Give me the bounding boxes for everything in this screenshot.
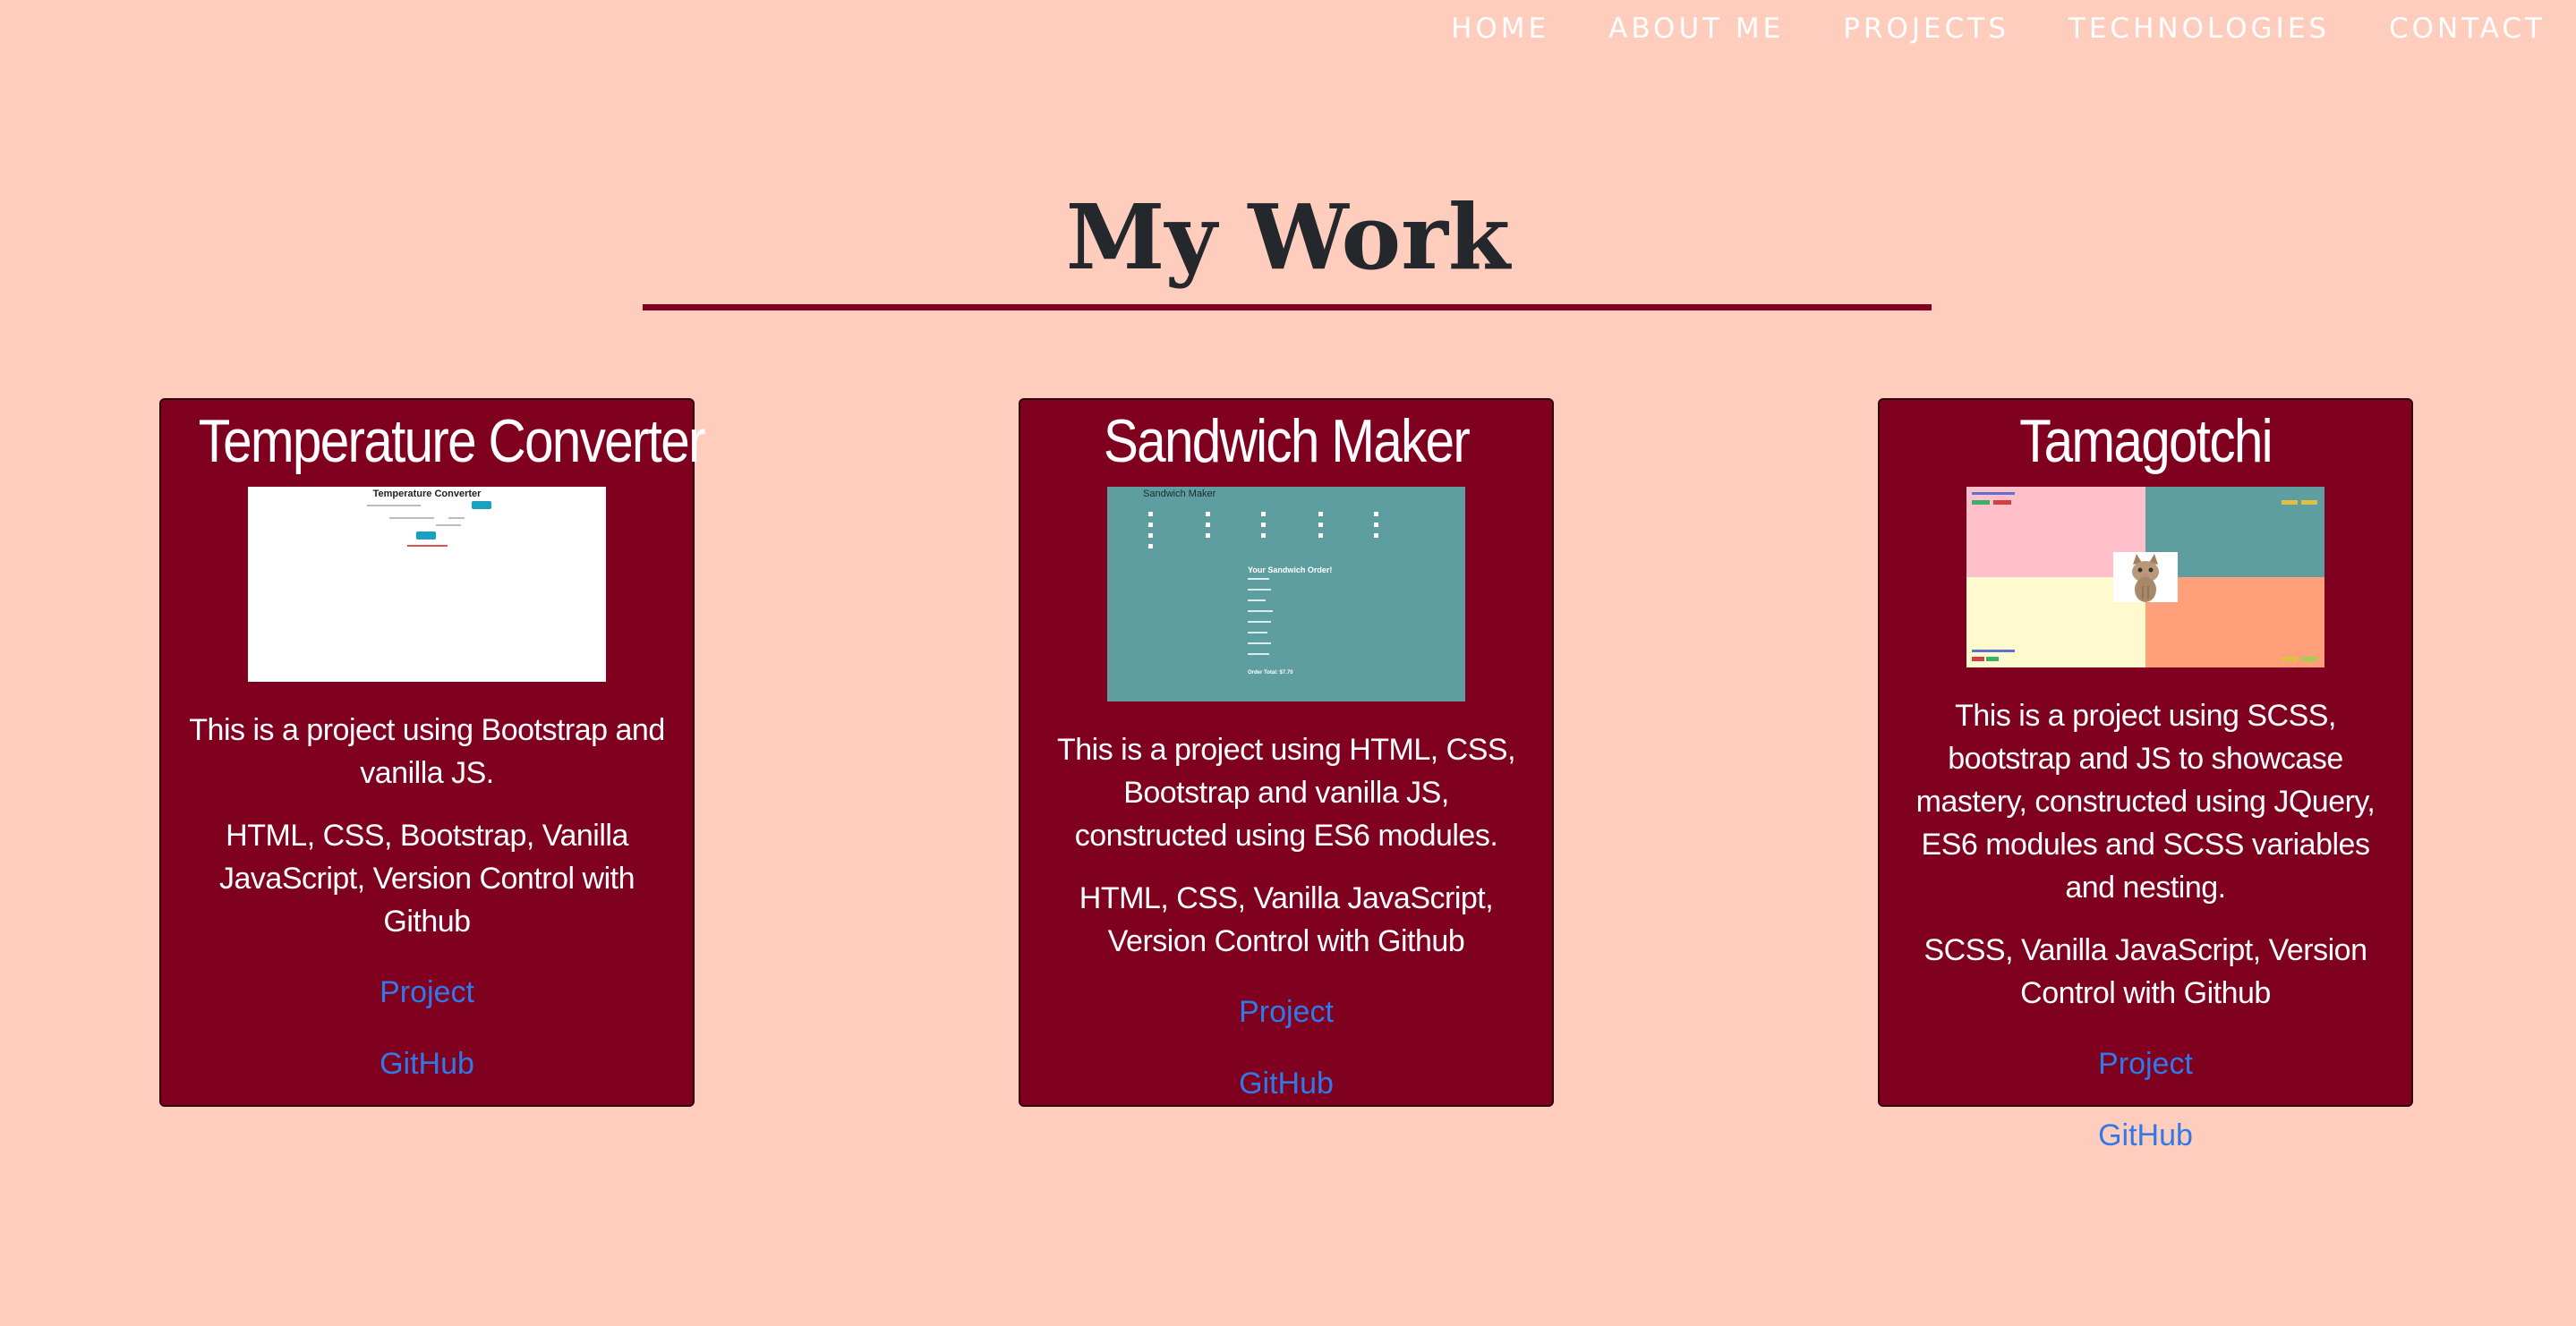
screenshot-detail bbox=[1148, 512, 1153, 516]
screenshot-detail bbox=[1318, 533, 1323, 538]
screenshot-detail bbox=[1374, 523, 1378, 527]
screenshot-detail bbox=[1374, 533, 1378, 538]
screenshot-order-heading: Your Sandwich Order! bbox=[1248, 565, 1333, 574]
project-description: This is a project using HTML, CSS, Boots… bbox=[1056, 733, 1516, 853]
screenshot-detail bbox=[1318, 512, 1323, 516]
screenshot-detail bbox=[1248, 653, 1269, 655]
nav-technologies-link[interactable]: TECHNOLOGIES bbox=[2068, 9, 2330, 48]
screenshot-detail bbox=[1248, 632, 1267, 633]
screenshot-detail bbox=[1206, 533, 1210, 538]
project-screenshot bbox=[1966, 487, 2324, 667]
screenshot-title: Sandwich Maker bbox=[1143, 489, 1216, 499]
screenshot-detail bbox=[1248, 621, 1271, 623]
screenshot-detail bbox=[2282, 500, 2298, 505]
project-title: Sandwich Maker bbox=[1103, 407, 1471, 475]
project-technologies: HTML, CSS, Vanilla JavaScript, Version C… bbox=[1079, 881, 1494, 958]
nav-contact-link[interactable]: CONTACT bbox=[2389, 9, 2546, 48]
screenshot-detail bbox=[416, 531, 436, 540]
screenshot-title: Temperature Converter bbox=[372, 489, 482, 499]
project-screenshot: Sandwich Maker Your Sandwich Order! Orde… bbox=[1107, 487, 1465, 701]
screenshot-detail bbox=[1374, 512, 1378, 516]
nav-home-link[interactable]: HOME bbox=[1451, 9, 1549, 48]
nav-about-link[interactable]: ABOUT ME bbox=[1608, 9, 1784, 48]
screenshot-detail bbox=[1261, 523, 1266, 527]
screenshot-detail bbox=[389, 517, 434, 519]
screenshot-detail bbox=[472, 501, 491, 509]
screenshot-detail bbox=[1148, 523, 1153, 527]
screenshot-detail bbox=[1206, 523, 1210, 527]
screenshot-detail bbox=[1993, 500, 2011, 505]
project-link[interactable]: Project bbox=[1020, 990, 1552, 1034]
project-technologies: SCSS, Vanilla JavaScript, Version Contro… bbox=[1923, 933, 2368, 1010]
github-link[interactable]: GitHub bbox=[1020, 1061, 1552, 1106]
screenshot-detail bbox=[1248, 610, 1273, 612]
screenshot-detail bbox=[1972, 657, 1984, 661]
screenshot-detail bbox=[2301, 657, 2317, 661]
nav-projects-link[interactable]: PROJECTS bbox=[1843, 9, 2009, 48]
project-description: This is a project using Bootstrap and va… bbox=[189, 713, 665, 790]
project-link[interactable]: Project bbox=[161, 970, 693, 1015]
project-description: This is a project using SCSS, bootstrap … bbox=[1915, 699, 2376, 905]
screenshot-detail bbox=[1972, 492, 2015, 495]
screenshot-order-total: Order Total: $7.70 bbox=[1248, 670, 1293, 676]
project-screenshot: Temperature Converter bbox=[248, 487, 606, 682]
section-title: My Work bbox=[1065, 184, 1511, 290]
screenshot-detail bbox=[1972, 500, 1990, 505]
screenshot-detail bbox=[436, 524, 461, 526]
screenshot-detail bbox=[1261, 512, 1266, 516]
cat-icon bbox=[2132, 554, 2159, 602]
project-technologies: HTML, CSS, Bootstrap, Vanilla JavaScript… bbox=[219, 819, 635, 939]
screenshot-detail bbox=[448, 517, 465, 519]
project-title: Tamagotchi bbox=[2019, 407, 2273, 475]
screenshot-detail bbox=[1248, 642, 1271, 644]
screenshot-detail bbox=[2301, 500, 2317, 505]
project-title: Temperature Converter bbox=[198, 407, 706, 475]
screenshot-detail bbox=[1972, 650, 2015, 652]
screenshot-detail bbox=[1248, 578, 1269, 580]
github-link[interactable]: GitHub bbox=[161, 1041, 693, 1086]
screenshot-detail bbox=[2282, 657, 2298, 661]
screenshot-detail bbox=[1248, 599, 1266, 601]
screenshot-detail bbox=[407, 545, 448, 547]
project-card-temperature-converter: Temperature Converter Temperature Conver… bbox=[159, 398, 706, 1107]
project-card-tamagotchi: Tamagotchi This is a project using SCSS,… bbox=[1878, 398, 2413, 1152]
title-divider bbox=[643, 304, 1932, 310]
screenshot-detail bbox=[1148, 544, 1153, 548]
screenshot-detail bbox=[1261, 533, 1266, 538]
project-link[interactable]: Project bbox=[1880, 1041, 2411, 1086]
github-link[interactable]: GitHub bbox=[1880, 1113, 2411, 1158]
project-card-sandwich-maker: Sandwich Maker Sandwich Maker Your Sandw… bbox=[1019, 398, 1554, 1107]
screenshot-detail bbox=[1206, 512, 1210, 516]
screenshot-detail bbox=[1986, 657, 1999, 661]
screenshot-detail bbox=[1318, 523, 1323, 527]
screenshot-detail bbox=[1248, 589, 1271, 591]
screenshot-detail bbox=[367, 505, 421, 506]
screenshot-detail bbox=[1148, 533, 1153, 538]
pet-image bbox=[2113, 552, 2178, 602]
top-nav: HOME ABOUT ME PROJECTS TECHNOLOGIES CONT… bbox=[1451, 9, 2546, 48]
